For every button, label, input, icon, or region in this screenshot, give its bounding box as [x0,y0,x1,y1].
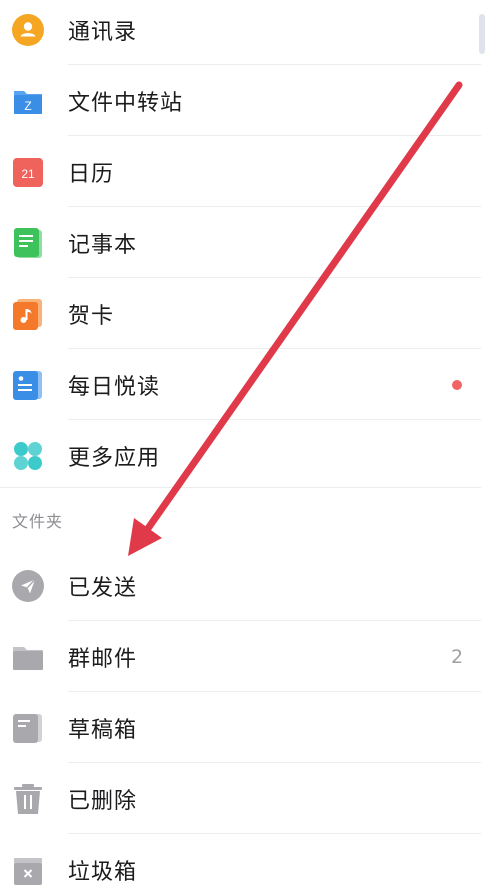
file-transfer-icon-text: Z [24,99,31,113]
menu-item-label: 日历 [68,161,115,187]
calendar-icon: 21 [12,156,44,188]
menu-item-notepad[interactable]: 记事本 [0,207,487,278]
folder-item-deleted[interactable]: 已删除 [0,763,487,834]
menu-item-label: 每日悦读 [68,374,161,400]
menu-item-label: 通讯录 [68,19,138,45]
sent-icon [12,569,44,602]
folders-section-header: 文件夹 [12,512,64,531]
more-apps-icon [12,440,44,472]
folder-item-sent[interactable]: 已发送 [0,550,487,621]
menu-item-contacts[interactable]: 通讯录 [0,0,487,65]
spam-icon [12,854,44,886]
unread-dot [452,379,462,390]
section-divider [0,487,481,488]
menu-item-label: 群邮件 [68,646,138,672]
menu-item-label: 更多应用 [68,445,161,471]
notepad-icon [12,227,44,259]
menu-item-label: 文件中转站 [68,90,184,116]
greeting-card-icon [12,298,44,330]
menu-item-label: 草稿箱 [68,717,138,743]
menu-item-greeting-card[interactable]: 贺卡 [0,278,487,349]
trash-icon [12,783,44,815]
folder-item-spam[interactable]: 垃圾箱 [0,834,487,895]
group-mail-folder-icon [12,641,44,673]
menu-item-file-transfer[interactable]: Z 文件中转站 [0,65,487,136]
menu-item-label: 已发送 [68,575,138,601]
menu-item-label: 贺卡 [68,303,115,329]
folder-item-drafts[interactable]: 草稿箱 [0,692,487,763]
menu-item-label: 已删除 [68,788,138,814]
daily-reading-icon [12,369,44,401]
drafts-icon [12,712,44,744]
file-transfer-icon: Z [12,85,44,117]
contacts-icon [12,13,44,46]
menu-item-label: 垃圾箱 [68,859,138,885]
menu-item-more-apps[interactable]: 更多应用 [0,420,487,491]
folder-item-group-mail[interactable]: 群邮件 2 [0,621,487,692]
menu-item-calendar[interactable]: 21 日历 [0,136,487,207]
menu-item-label: 记事本 [68,232,138,258]
menu-item-daily-reading[interactable]: 每日悦读 [0,349,487,420]
scrollbar-thumb[interactable] [479,14,485,54]
calendar-icon-text: 21 [21,167,35,181]
unread-count: 2 [451,645,464,668]
